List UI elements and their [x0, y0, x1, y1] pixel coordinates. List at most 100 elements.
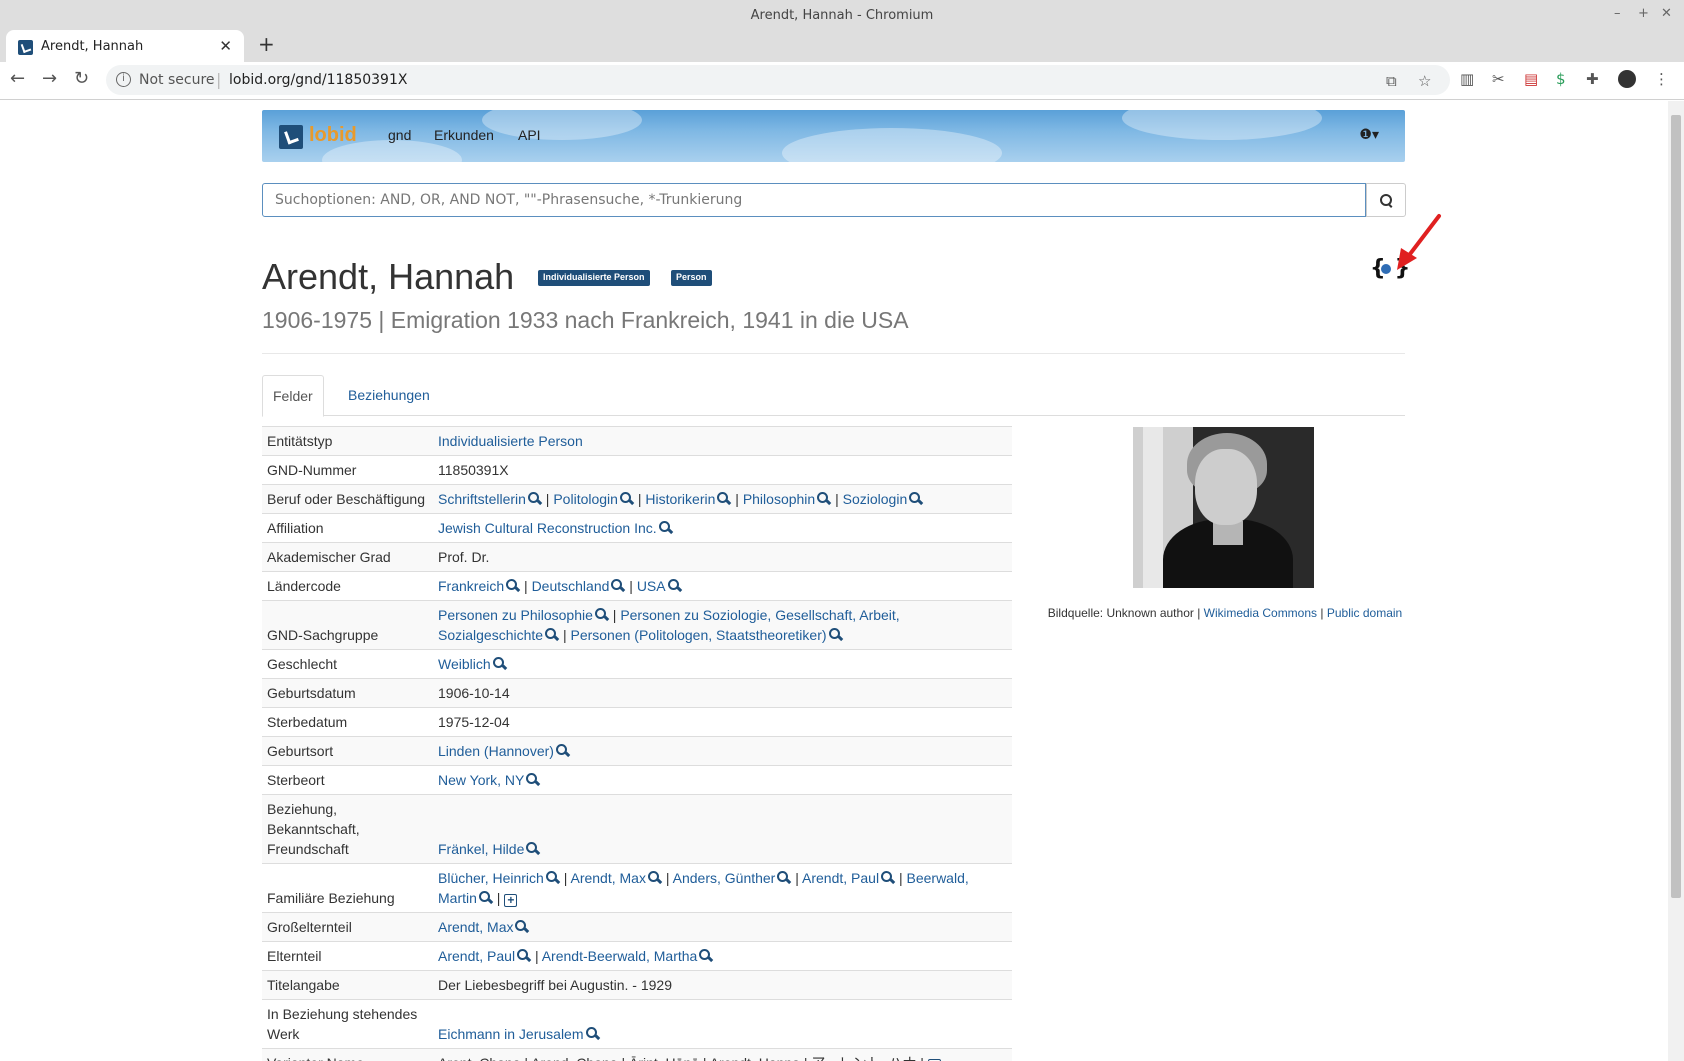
value-link[interactable]: Fränkel, Hilde [438, 841, 524, 857]
nav-erkunden[interactable]: Erkunden [434, 127, 494, 143]
table-row: Geburtsdatum 1906-10-14 [262, 678, 1012, 708]
field-value: Schriftstellerin | Politologin | Histori… [433, 484, 1012, 514]
extension-icon[interactable]: $ [1556, 70, 1566, 88]
tab-felder[interactable]: Felder [262, 375, 324, 417]
site-logo[interactable]: lobid [309, 124, 357, 147]
search-icon[interactable] [492, 657, 507, 671]
value-link[interactable]: Linden (Hannover) [438, 743, 554, 759]
search-icon[interactable] [611, 579, 625, 593]
search-icon[interactable] [647, 871, 662, 885]
search-icon[interactable] [717, 492, 731, 506]
profile-avatar-icon[interactable] [1618, 70, 1636, 88]
value-link[interactable]: Arendt, Paul [438, 948, 515, 964]
address-bar[interactable]: i Not secure | lobid.org/gnd/11850391X ⧉… [106, 65, 1450, 95]
extension-icon[interactable]: ✂ [1492, 70, 1505, 88]
nav-gnd[interactable]: gnd [388, 127, 411, 143]
value-link[interactable]: Soziologin [843, 491, 908, 507]
portrait-image [1133, 427, 1314, 588]
extension-icon[interactable]: ▥ [1460, 70, 1474, 88]
field-value: Weiblich [433, 649, 1012, 679]
value-link[interactable]: Arendt, Max [438, 919, 513, 935]
value-link[interactable]: Frankreich [438, 578, 504, 594]
reload-button[interactable]: ↻ [74, 68, 89, 89]
search-icon[interactable] [545, 871, 560, 885]
expand-more-icon[interactable]: + [504, 894, 518, 907]
value-separator: | [633, 491, 646, 507]
value-link[interactable]: Individualisierte Person [438, 433, 583, 449]
info-dropdown-icon[interactable]: ❶▾ [1359, 127, 1379, 143]
value-link[interactable]: Schriftstellerin [438, 491, 526, 507]
search-icon[interactable] [506, 579, 520, 593]
browser-tab[interactable]: Arendt, Hannah ✕ [6, 30, 244, 62]
close-tab-icon[interactable]: ✕ [219, 37, 232, 55]
search-input[interactable] [263, 184, 1365, 216]
search-icon[interactable] [527, 492, 542, 506]
field-value: 1975-12-04 [433, 707, 1012, 737]
value-link[interactable]: Politologin [553, 491, 618, 507]
value-link[interactable]: Personen zu Philosophie [438, 607, 593, 623]
page-scrollbar[interactable] [1668, 101, 1684, 1061]
browser-menu-icon[interactable]: ⋮ [1654, 70, 1669, 88]
value-link[interactable]: Anders, Günther [673, 870, 776, 886]
search-icon[interactable] [526, 773, 540, 787]
value-link[interactable]: Historikerin [645, 491, 715, 507]
url-text[interactable]: lobid.org/gnd/11850391X [229, 72, 407, 88]
value-separator: | [492, 890, 505, 906]
value-link[interactable]: Jewish Cultural Reconstruction Inc. [438, 520, 657, 536]
value-link[interactable]: USA [637, 578, 666, 594]
close-window-button[interactable]: ✕ [1661, 6, 1672, 21]
search-icon[interactable] [545, 628, 559, 642]
value-separator: | [531, 948, 542, 964]
site-info-icon[interactable]: i [116, 72, 131, 87]
search-icon[interactable] [909, 492, 923, 506]
search-icon[interactable] [828, 628, 843, 642]
search-icon[interactable] [515, 920, 529, 934]
license-link[interactable]: Public domain [1327, 606, 1402, 620]
back-button[interactable]: ← [10, 68, 25, 89]
maximize-button[interactable]: + [1638, 6, 1649, 21]
search-icon[interactable] [881, 871, 895, 885]
search-icon[interactable] [699, 949, 713, 963]
forward-button[interactable]: → [42, 68, 57, 89]
lobid-logo-icon[interactable] [279, 125, 303, 149]
search-icon[interactable] [555, 744, 570, 758]
search-icon[interactable] [619, 492, 634, 506]
bookmark-star-icon[interactable]: ☆ [1418, 72, 1431, 90]
value-link[interactable]: Philosophin [743, 491, 815, 507]
search-icon[interactable] [478, 891, 493, 905]
value-link[interactable]: New York, NY [438, 772, 524, 788]
search-icon[interactable] [777, 871, 791, 885]
value-link[interactable]: Arendt, Paul [802, 870, 879, 886]
translate-icon[interactable]: ⧉ [1386, 72, 1397, 90]
search-icon[interactable] [585, 1027, 600, 1041]
value-separator: | [791, 870, 803, 886]
value-link[interactable]: Weiblich [438, 656, 491, 672]
nav-api[interactable]: API [518, 127, 541, 143]
tab-beziehungen[interactable]: Beziehungen [338, 375, 440, 417]
value-text: Der Liebesbegriff bei Augustin. - 1929 [438, 977, 673, 993]
search-icon[interactable] [594, 608, 609, 622]
search-icon[interactable] [658, 521, 673, 535]
value-link[interactable]: Arendt-Beerwald, Martha [542, 948, 698, 964]
value-link[interactable]: Blücher, Heinrich [438, 870, 544, 886]
value-link[interactable]: Personen (Politologen, Staatstheoretiker… [570, 627, 826, 643]
value-separator: | [895, 870, 907, 886]
field-value: Jewish Cultural Reconstruction Inc. [433, 513, 1012, 543]
extensions-puzzle-icon[interactable]: ✚ [1586, 70, 1599, 88]
field-value: Fränkel, Hilde [433, 794, 1012, 864]
value-link[interactable]: Deutschland [532, 578, 610, 594]
value-link[interactable]: Arendt, Max [570, 870, 645, 886]
minimize-button[interactable]: – [1614, 6, 1621, 21]
wikimedia-commons-link[interactable]: Wikimedia Commons [1204, 606, 1317, 620]
search-icon[interactable] [817, 492, 831, 506]
new-tab-button[interactable]: + [258, 32, 275, 56]
value-link[interactable]: Eichmann in Jerusalem [438, 1026, 584, 1042]
scrollbar-thumb[interactable] [1671, 115, 1681, 898]
search-icon[interactable] [667, 579, 682, 593]
search-icon[interactable] [526, 842, 540, 856]
field-label: Titelangabe [262, 970, 433, 1000]
type-badge: Person [671, 270, 712, 286]
table-row: Varianter NameArent, Chana | Arend, Chan… [262, 1048, 1012, 1061]
extension-flag-icon[interactable]: ▤ [1524, 70, 1538, 88]
search-icon[interactable] [517, 949, 531, 963]
